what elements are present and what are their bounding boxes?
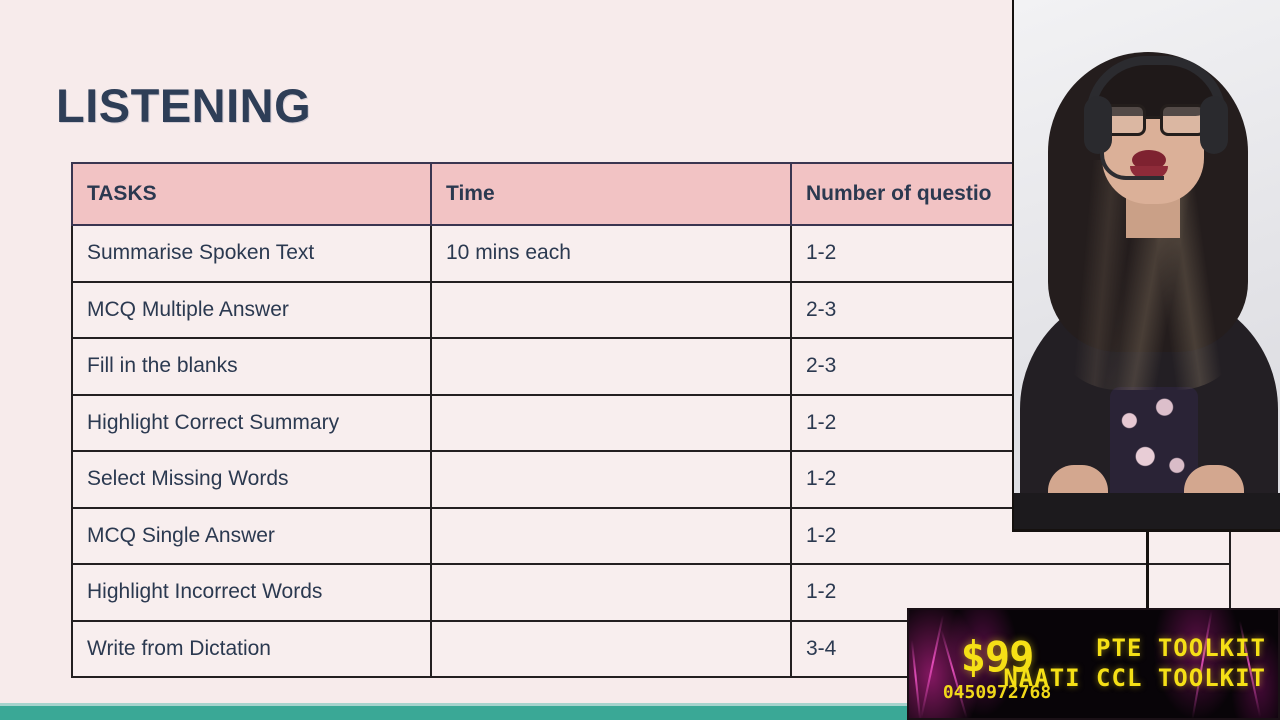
cell-task: Select Missing Words xyxy=(71,450,432,509)
cell-task: Fill in the blanks xyxy=(71,337,432,396)
cell-task: MCQ Single Answer xyxy=(71,506,432,565)
headset-right-earcup xyxy=(1200,96,1228,154)
cell-time xyxy=(430,450,792,509)
page-title: LISTENING xyxy=(56,79,312,132)
overlay-connector-line xyxy=(1146,532,1149,610)
promo-product-line-2: NAATI CCL TOOLKIT xyxy=(1003,664,1266,692)
cell-time xyxy=(430,337,792,396)
promo-product-line-1: PTE TOOLKIT xyxy=(1096,634,1266,662)
cell-time: 10 mins each xyxy=(430,224,792,283)
cell-time xyxy=(430,563,792,622)
glasses-bridge xyxy=(1146,116,1162,119)
promo-banner[interactable]: $99 0450972768 PTE TOOLKIT NAATI CCL TOO… xyxy=(907,608,1280,720)
cell-task: Summarise Spoken Text xyxy=(71,224,432,283)
cell-task: MCQ Multiple Answer xyxy=(71,280,432,339)
cell-time xyxy=(430,619,792,678)
cell-time xyxy=(430,393,792,452)
column-header-tasks: TASKS xyxy=(71,162,432,226)
headset-left-earcup xyxy=(1084,96,1112,154)
presenter-desk xyxy=(1014,493,1280,529)
column-header-time: Time xyxy=(430,162,792,226)
cell-task: Write from Dictation xyxy=(71,619,432,678)
cell-task: Highlight Incorrect Words xyxy=(71,563,432,622)
cell-task: Highlight Correct Summary xyxy=(71,393,432,452)
cell-time xyxy=(430,506,792,565)
presenter-webcam-overlay xyxy=(1012,0,1280,532)
cell-time xyxy=(430,280,792,339)
